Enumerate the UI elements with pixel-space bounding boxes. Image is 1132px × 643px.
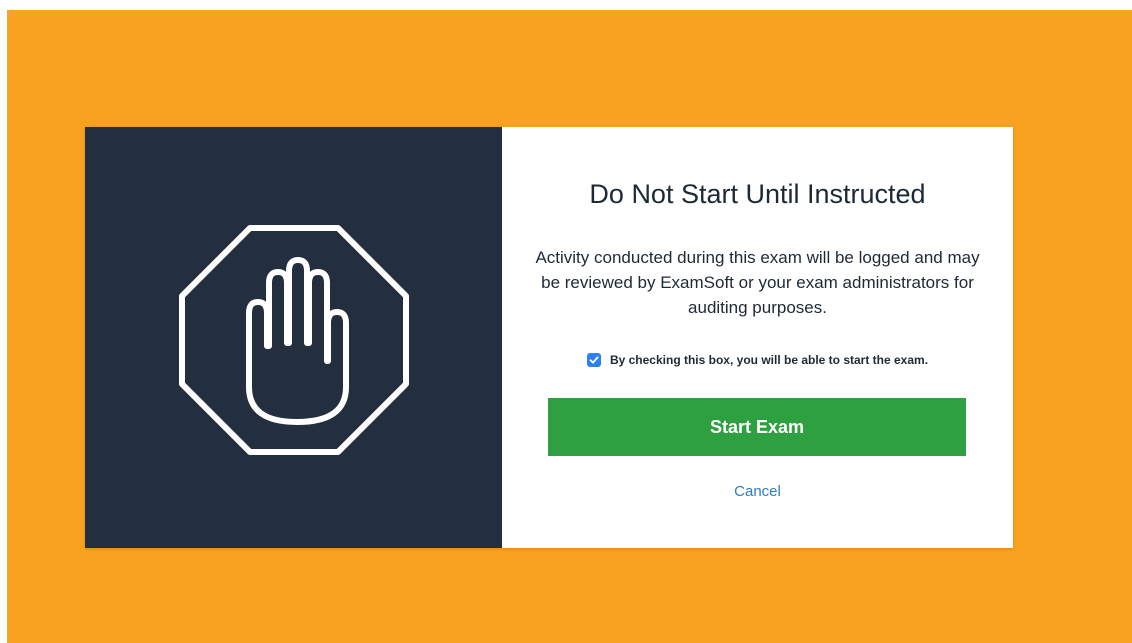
stop-hand-icon xyxy=(178,224,409,455)
consent-label[interactable]: By checking this box, you will be able t… xyxy=(610,353,928,367)
exam-start-dialog: Do Not Start Until Instructed Activity c… xyxy=(85,127,1013,548)
dialog-title: Do Not Start Until Instructed xyxy=(589,179,926,209)
dialog-content: Do Not Start Until Instructed Activity c… xyxy=(502,127,1013,548)
dialog-description: Activity conducted during this exam will… xyxy=(535,248,980,317)
start-exam-button[interactable]: Start Exam xyxy=(548,398,966,456)
cancel-link[interactable]: Cancel xyxy=(502,483,1013,500)
illustration-panel xyxy=(85,127,502,548)
checkmark-icon xyxy=(589,356,599,364)
consent-checkbox[interactable] xyxy=(586,353,601,367)
consent-row: By checking this box, you will be able t… xyxy=(502,353,1013,367)
